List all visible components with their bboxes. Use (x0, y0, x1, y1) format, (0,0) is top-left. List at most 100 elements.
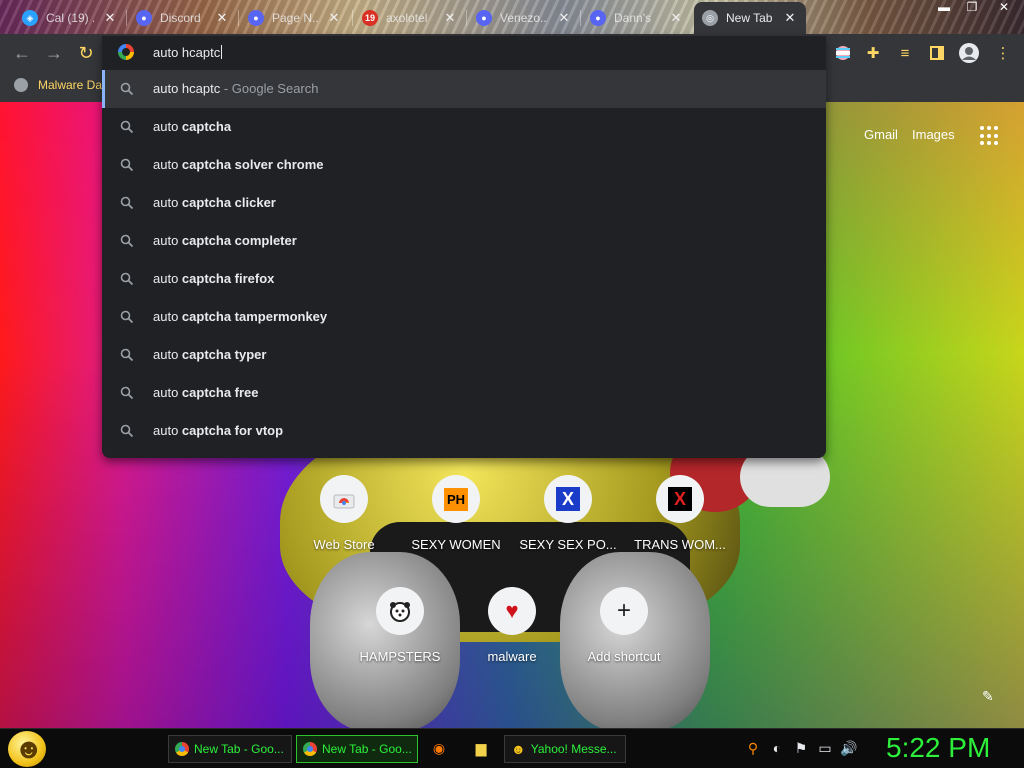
tab-5[interactable]: ● Dann's ✕ (582, 4, 692, 32)
tab-label: Page N... (272, 11, 318, 25)
suggestion-text: auto captcha free (153, 385, 259, 400)
suggestion-item[interactable]: auto captcha clicker (102, 184, 826, 222)
close-icon[interactable]: ✕ (668, 10, 684, 26)
minimize-icon[interactable]: ▬ (930, 0, 958, 16)
taskbar-button-label: New Tab - Goo... (194, 742, 284, 756)
discord-icon: ● (590, 10, 606, 26)
profile-flag-icon[interactable] (832, 42, 854, 64)
close-window-icon[interactable]: ✕ (990, 0, 1018, 16)
shortcut-label: SEXY WOMEN (411, 537, 501, 552)
shortcut-tile[interactable]: HAMPSTERS (344, 587, 456, 664)
maximize-icon[interactable]: ❐ (958, 0, 986, 16)
tab-0[interactable]: ◈ Cal (19) ... ✕ (14, 4, 126, 32)
shield-icon: ◈ (22, 10, 38, 26)
side-panel-icon[interactable] (926, 42, 948, 64)
close-icon[interactable]: ✕ (102, 10, 118, 26)
extensions-puzzle-icon[interactable]: ✚ (862, 42, 884, 64)
suggestion-item[interactable]: auto captcha typer (102, 336, 826, 374)
taskbar-button-label: Yahoo! Messe... (530, 742, 617, 756)
display-icon[interactable]: ▭ (816, 739, 834, 757)
profile-avatar-icon[interactable] (958, 42, 980, 64)
tab-2[interactable]: ● Page N... ✕ (240, 4, 350, 32)
shortcut-tile[interactable]: ♥ malware (456, 587, 568, 664)
omnibox-value: auto hcaptc (153, 45, 221, 60)
suggestion-item[interactable]: auto captcha free (102, 374, 826, 412)
tab-3[interactable]: 19 axolotel ✕ (354, 4, 466, 32)
media-queue-icon[interactable]: ≡ (894, 42, 916, 64)
tab-strip: ◈ Cal (19) ... ✕ ● Discord ✕ ● Page N...… (0, 0, 1024, 34)
network-icon[interactable]: ◐ (768, 739, 786, 757)
suggestion-item[interactable]: auto captcha completer (102, 222, 826, 260)
close-icon[interactable]: ✕ (556, 10, 572, 26)
suggestion-prefix: auto (153, 347, 182, 362)
suggestion-item[interactable]: auto hcaptc - Google Search (102, 70, 826, 108)
bookmark-item[interactable]: Malware Da (14, 78, 102, 92)
search-icon (120, 386, 134, 400)
firefox-icon[interactable]: ◉ (430, 739, 448, 757)
shortcut-label: Web Store (313, 537, 375, 552)
tab-separator (352, 10, 353, 26)
tab-label: New Tab (726, 11, 773, 25)
forward-arrow-icon[interactable]: → (42, 42, 66, 66)
suggestion-text: auto captcha solver chrome (153, 157, 324, 172)
search-icon (120, 424, 134, 438)
suggestion-prefix: auto (153, 423, 182, 438)
suggestion-item[interactable]: auto captcha for vtop (102, 412, 826, 450)
reload-icon[interactable]: ↻ (74, 42, 98, 66)
taskbar-button[interactable]: ☻ Yahoo! Messe... (504, 735, 626, 763)
shortcut-tile[interactable]: X TRANS WOM... (624, 475, 736, 552)
customize-pencil-icon[interactable]: ✎ (982, 688, 998, 704)
menu-kebab-icon[interactable]: ⋮ (992, 42, 1014, 64)
suggestion-prefix: auto (153, 233, 182, 248)
tab-1[interactable]: ● Discord ✕ (128, 4, 238, 32)
taskbar-button[interactable]: New Tab - Goo... (168, 735, 292, 763)
notification-badge-icon: 19 (362, 10, 378, 26)
search-icon[interactable]: ⚲ (744, 739, 762, 757)
suggestion-prefix: auto (153, 157, 182, 172)
shortcut-label: malware (487, 649, 537, 664)
suggestion-hint: - Google Search (220, 81, 319, 96)
suggestion-prefix: auto (153, 309, 182, 324)
suggestion-prefix: auto (153, 385, 182, 400)
suggestion-item[interactable]: auto captcha firefox (102, 260, 826, 298)
start-smiley-icon[interactable] (8, 731, 46, 767)
tab-4[interactable]: ● Venezo... ✕ (468, 4, 580, 32)
close-icon[interactable]: ✕ (782, 10, 798, 26)
close-icon[interactable]: ✕ (214, 10, 230, 26)
omnibox-dropdown: auto hcaptc auto hcaptc - Google Search a… (102, 36, 826, 458)
tab-new-tab[interactable]: ◎ New Tab ✕ (694, 2, 806, 34)
suggestion-completion: captcha free (181, 385, 259, 400)
omnibox-input[interactable]: auto hcaptc (102, 36, 826, 70)
google-apps-grid-icon[interactable] (980, 126, 1000, 146)
flag-icon[interactable]: ⚑ (792, 739, 810, 757)
back-arrow-icon[interactable]: ← (10, 42, 34, 66)
folder-icon[interactable]: ▆ (472, 739, 490, 757)
suggestion-completion: captcha for vtop (181, 423, 284, 438)
suggestion-text: auto captcha for vtop (153, 423, 283, 438)
add-shortcut-button[interactable]: + Add shortcut (568, 587, 680, 664)
tab-separator (126, 10, 127, 26)
web-store-icon (320, 475, 368, 523)
gmail-link[interactable]: Gmail (864, 127, 898, 142)
discord-icon: ● (476, 10, 492, 26)
close-icon[interactable]: ✕ (326, 10, 342, 26)
suggestion-item[interactable]: auto captcha solver chrome (102, 146, 826, 184)
omnibox-text[interactable]: auto hcaptc (153, 45, 223, 60)
shortcut-tile[interactable]: Web Store (288, 475, 400, 552)
images-link[interactable]: Images (912, 127, 955, 142)
shortcut-tile[interactable]: X SEXY SEX PO... (512, 475, 624, 552)
discord-icon: ● (248, 10, 264, 26)
taskbar-clock: 5:22 PM (886, 732, 991, 763)
shortcut-tile[interactable]: PH SEXY WOMEN (400, 475, 512, 552)
volume-icon[interactable]: 🔊 (840, 739, 858, 757)
suggestion-item[interactable]: auto captcha (102, 108, 826, 146)
suggestion-text: auto captcha (153, 119, 231, 134)
suggestion-prefix: auto (153, 195, 182, 210)
globe-icon (14, 78, 28, 92)
taskbar-button[interactable]: New Tab - Goo... (296, 735, 418, 763)
close-icon[interactable]: ✕ (442, 10, 458, 26)
suggestion-item[interactable]: auto captcha tampermonkey (102, 298, 826, 336)
suggestion-text: auto captcha completer (153, 233, 297, 248)
shortcut-label: Add shortcut (587, 649, 661, 664)
google-g-icon (118, 44, 134, 60)
